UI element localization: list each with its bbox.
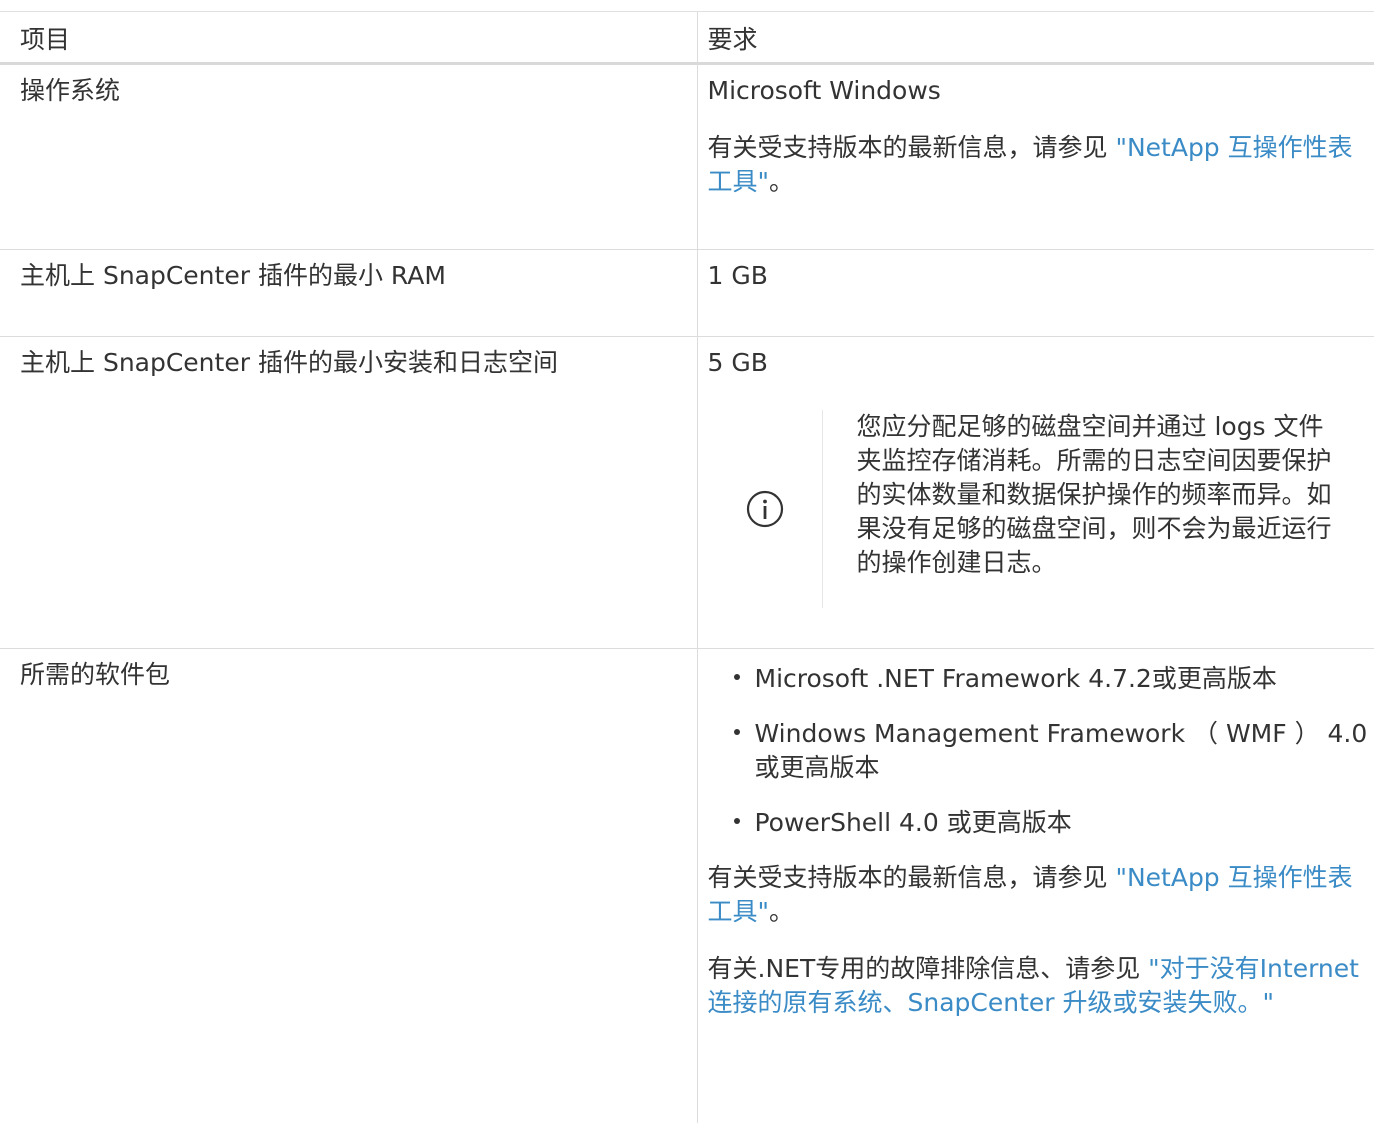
net-text: 有关.NET专用的故障排除信息、请参见 [708, 954, 1149, 983]
table-row: 主机上 SnapCenter 插件的最小安装和日志空间 5 GB 您应分配足够的… [0, 337, 1374, 649]
row-item-ram: 主机上 SnapCenter 插件的最小 RAM [0, 250, 697, 337]
requirements-page: 项目 要求 操作系统 Microsoft Windows 有关受支持版本的最新信… [0, 0, 1374, 1118]
ram-value: 1 GB [708, 259, 1374, 293]
support-end: 。 [769, 897, 794, 926]
table-row: 主机上 SnapCenter 插件的最小 RAM 1 GB [0, 250, 1374, 337]
packages-support-text: 有关受支持版本的最新信息，请参见 "NetApp 互操作性表工具"。 [708, 861, 1374, 929]
list-item: PowerShell 4.0 或更高版本 [730, 806, 1374, 840]
list-item: Microsoft .NET Framework 4.7.2或更高版本 [730, 662, 1374, 696]
row-req-os: Microsoft Windows 有关受支持版本的最新信息，请参见 "NetA… [697, 64, 1374, 250]
header-requirement: 要求 [697, 12, 1374, 64]
row-req-packages: Microsoft .NET Framework 4.7.2或更高版本 Wind… [697, 649, 1374, 1123]
note-icon-container [708, 410, 823, 608]
info-note: 您应分配足够的磁盘空间并通过 logs 文件夹监控存储消耗。所需的日志空间因要保… [708, 410, 1374, 608]
row-req-ram: 1 GB [697, 250, 1374, 337]
row-item-packages: 所需的软件包 [0, 649, 697, 1123]
package-list: Microsoft .NET Framework 4.7.2或更高版本 Wind… [708, 662, 1374, 840]
table-row: 操作系统 Microsoft Windows 有关受支持版本的最新信息，请参见 … [0, 64, 1374, 250]
header-item: 项目 [0, 12, 697, 64]
row-req-space: 5 GB 您应分配足够的磁盘空间并通过 logs 文件夹监控存储消耗。所需的日志… [697, 337, 1374, 649]
requirements-table: 项目 要求 操作系统 Microsoft Windows 有关受支持版本的最新信… [0, 11, 1374, 1123]
note-text: 您应分配足够的磁盘空间并通过 logs 文件夹监控存储消耗。所需的日志空间因要保… [823, 410, 1337, 608]
support-end: 。 [769, 167, 794, 196]
info-icon [746, 490, 784, 528]
table-row: 所需的软件包 Microsoft .NET Framework 4.7.2或更高… [0, 649, 1374, 1123]
support-text: 有关受支持版本的最新信息，请参见 [708, 133, 1116, 162]
os-support-text: 有关受支持版本的最新信息，请参见 "NetApp 互操作性表工具"。 [708, 131, 1374, 199]
net-troubleshoot-text: 有关.NET专用的故障排除信息、请参见 "对于没有Internet连接的原有系统… [708, 952, 1374, 1020]
os-name: Microsoft Windows [708, 74, 1374, 108]
list-item: Windows Management Framework （ WMF ） 4.0… [730, 717, 1374, 785]
row-item-os: 操作系统 [0, 64, 697, 250]
table-header-row: 项目 要求 [0, 12, 1374, 64]
support-text: 有关受支持版本的最新信息，请参见 [708, 863, 1116, 892]
row-item-space: 主机上 SnapCenter 插件的最小安装和日志空间 [0, 337, 697, 649]
space-value: 5 GB [708, 346, 1374, 380]
